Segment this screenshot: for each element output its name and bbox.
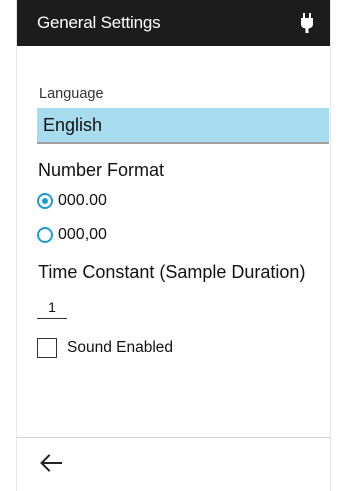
arrow-left-icon [40, 454, 62, 472]
plug-icon [301, 13, 313, 33]
footer-divider [17, 437, 330, 438]
number-format-option-label: 000.00 [58, 192, 107, 209]
time-constant-heading: Time Constant (Sample Duration) [38, 262, 306, 282]
language-value: English [43, 114, 103, 135]
number-format-heading: Number Format [38, 160, 165, 180]
checkbox-icon[interactable] [37, 338, 57, 358]
sound-enabled-toggle[interactable]: Sound Enabled [37, 338, 173, 358]
title-bar: General Settings [17, 0, 330, 46]
sound-enabled-label: Sound Enabled [67, 339, 174, 356]
radio-checked-icon[interactable] [37, 193, 53, 209]
language-label: Language [39, 86, 104, 102]
language-select[interactable]: English [37, 108, 329, 144]
settings-screen: General Settings Language English Number… [16, 0, 331, 491]
number-format-option-dot[interactable]: 000.00 [37, 192, 107, 210]
number-format-option-comma[interactable]: 000,00 [37, 226, 107, 244]
time-constant-input[interactable] [37, 296, 67, 319]
radio-unchecked-icon[interactable] [37, 227, 53, 243]
page-title: General Settings [37, 13, 161, 32]
back-button[interactable] [37, 450, 65, 476]
number-format-option-label: 000,00 [58, 226, 107, 243]
